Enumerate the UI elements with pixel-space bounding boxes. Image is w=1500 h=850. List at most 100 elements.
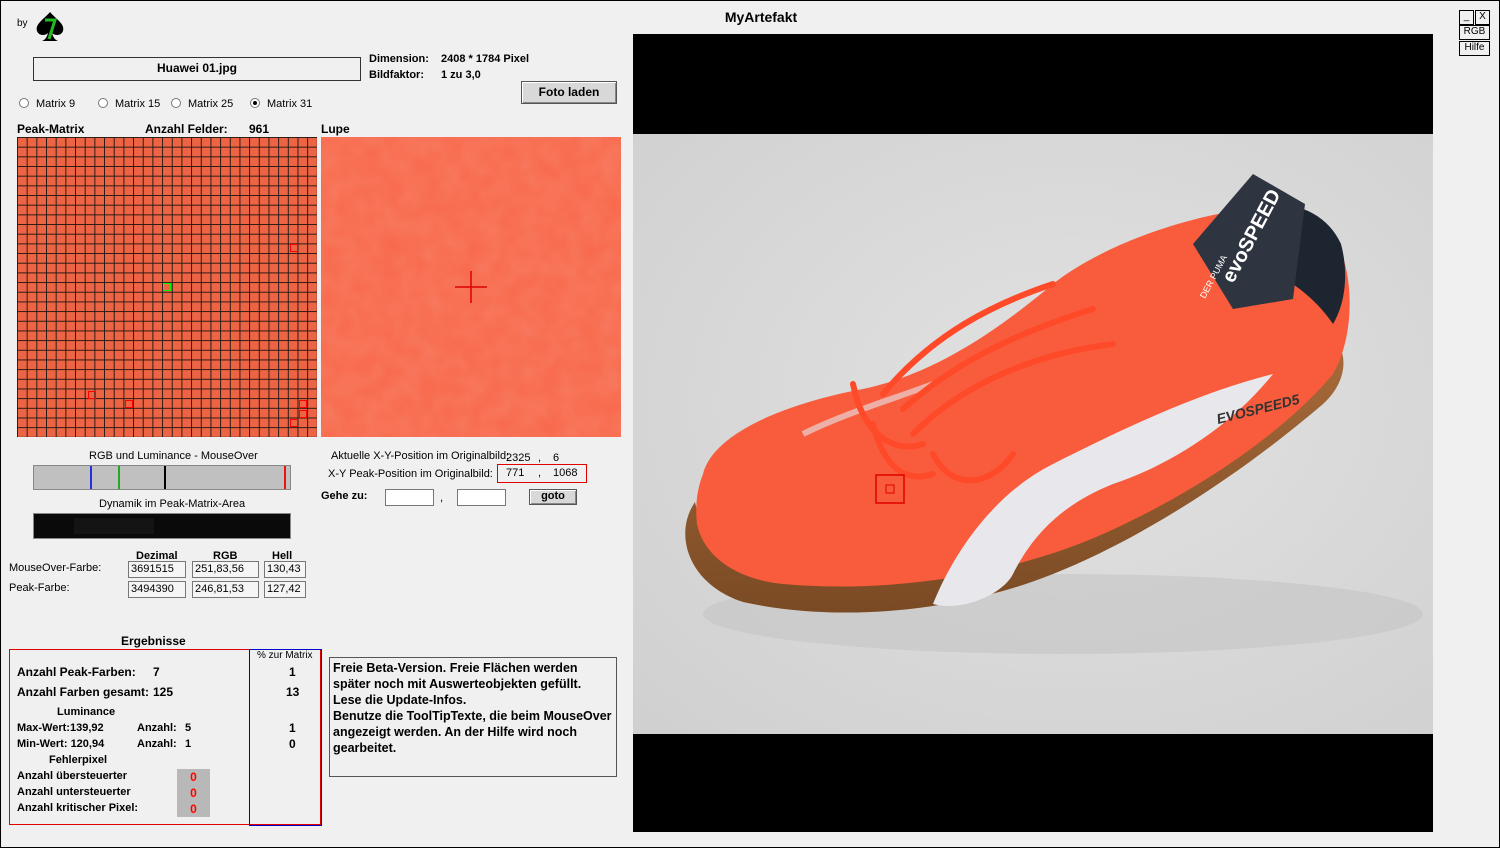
app-title: MyArtefakt [724, 9, 798, 25]
min-pct: 0 [289, 737, 296, 751]
peak-marker [299, 400, 307, 408]
minimize-button[interactable]: _ [1459, 10, 1474, 25]
radio-dot [98, 98, 108, 108]
percent-panel [249, 649, 322, 826]
max-count-label: Anzahl: [137, 722, 177, 734]
goto-x-input[interactable] [385, 489, 434, 506]
max-count-value: 5 [185, 722, 192, 734]
mouseover-bright-field: 130,43 [264, 561, 306, 578]
total-colors-pct: 13 [286, 685, 300, 699]
radio-matrix-31[interactable]: Matrix 31 [250, 98, 312, 110]
radio-label: Matrix 25 [188, 98, 234, 110]
filename-field: Huawei 01.jpg [33, 57, 361, 81]
error-pixel-title: Fehlerpixel [49, 754, 108, 766]
peak-matrix-grid[interactable] [17, 137, 317, 437]
magnifier-view[interactable] [321, 137, 621, 437]
help-button[interactable]: Hilfe [1459, 41, 1490, 56]
red-level-marker [284, 466, 286, 489]
rgb-button[interactable]: RGB [1459, 25, 1490, 40]
rgb-luminance-label: RGB und Luminance - MouseOver [89, 450, 258, 462]
peak-decimal-field: 3494390 [128, 581, 186, 598]
lupe-title: Lupe [321, 122, 350, 136]
peak-y-value: 1068 [553, 467, 578, 479]
photo-viewer[interactable]: evoSPEED DER PUMA EVOSPEED5 [633, 34, 1433, 832]
peak-position-box: 771 , 1068 [497, 464, 587, 483]
by-label: by [17, 18, 28, 29]
photo-image: evoSPEED DER PUMA EVOSPEED5 [633, 134, 1433, 734]
min-count-value: 1 [185, 738, 192, 750]
peak-marker [88, 391, 96, 399]
peak-rgb-field: 246,81,53 [192, 581, 259, 598]
dynamik-range [74, 518, 154, 534]
goto-separator: , [440, 492, 444, 504]
goto-label: Gehe zu: [321, 490, 368, 502]
overexposed-value: 0 [177, 769, 210, 785]
shoe-image: evoSPEED DER PUMA EVOSPEED5 [633, 134, 1433, 734]
peak-separator: , [538, 467, 542, 479]
radio-dot [171, 98, 181, 108]
radio-matrix-9[interactable]: Matrix 9 [19, 98, 75, 110]
critical-pixel-value: 0 [177, 801, 210, 817]
peak-x-value: 771 [506, 467, 525, 479]
radio-dot [19, 98, 29, 108]
fields-count-value: 961 [249, 122, 270, 136]
radio-label: Matrix 31 [267, 98, 313, 110]
bildfaktor-label: Bildfaktor: [369, 69, 424, 81]
peak-color-label: Peak-Farbe: [9, 582, 70, 594]
underexposed-value: 0 [177, 785, 210, 801]
critical-pixel-label: Anzahl kritischer Pixel: [17, 802, 139, 814]
total-colors-label: Anzahl Farben gesamt: [17, 685, 150, 699]
fields-count-label: Anzahl Felder: [145, 122, 228, 136]
magnifier-texture [321, 137, 621, 437]
peak-bright-field: 127,42 [264, 581, 306, 598]
peak-position-label: X-Y Peak-Position im Originalbild: [328, 468, 493, 480]
current-y-value: 6 [553, 452, 560, 464]
min-value-label: Min-Wert: 120,94 [17, 738, 105, 750]
min-count-label: Anzahl: [137, 738, 177, 750]
percent-header: % zur Matrix [257, 650, 313, 661]
dimension-label: Dimension: [369, 53, 429, 65]
underexposed-label: Anzahl untersteuerter [17, 786, 131, 798]
radio-matrix-25[interactable]: Matrix 25 [171, 98, 233, 110]
current-position-label: Aktuelle X-Y-Position im Originalbild: [331, 450, 510, 462]
total-colors-value: 125 [153, 685, 174, 699]
peak-marker [290, 244, 298, 252]
blue-level-marker [90, 466, 92, 489]
spade-logo-icon [36, 12, 64, 41]
goto-y-input[interactable] [457, 489, 506, 506]
peak-matrix-title: Peak-Matrix [17, 122, 85, 136]
radio-dot-selected [250, 98, 260, 108]
overexposed-label: Anzahl übersteuerter [17, 770, 128, 782]
current-position-marker [163, 283, 171, 291]
bildfaktor-value: 1 zu 3,0 [441, 69, 481, 81]
dynamik-bar [33, 513, 291, 539]
mouseover-decimal-field: 3691515 [128, 561, 186, 578]
peak-colors-label: Anzahl Peak-Farben: [17, 665, 136, 679]
close-button[interactable]: X [1475, 10, 1490, 25]
luminance-level-marker [164, 466, 166, 489]
peak-marker [299, 410, 307, 418]
app-window: by MyArtefakt _ X RGB Hilfe Huawei 01.jp… [0, 0, 1500, 848]
dynamik-label: Dynamik im Peak-Matrix-Area [99, 498, 246, 510]
dimension-value: 2408 * 1784 Pixel [441, 53, 530, 65]
current-separator: , [538, 452, 542, 464]
radio-label: Matrix 9 [36, 98, 76, 110]
radio-matrix-15[interactable]: Matrix 15 [98, 98, 160, 110]
peak-colors-value: 7 [153, 665, 160, 679]
peak-colors-pct: 1 [289, 665, 296, 679]
radio-label: Matrix 15 [115, 98, 161, 110]
current-x-value: 2325 [506, 452, 531, 464]
goto-button[interactable]: goto [529, 489, 577, 505]
load-photo-button[interactable]: Foto laden [521, 81, 617, 104]
info-textbox[interactable]: Freie Beta-Version. Freie Flächen werden… [329, 657, 617, 777]
rgb-luminance-bar [33, 465, 291, 490]
peak-marker [125, 400, 133, 408]
max-value-label: Max-Wert:139,92 [17, 722, 104, 734]
green-level-marker [118, 466, 120, 489]
luminance-title: Luminance [57, 706, 116, 718]
results-title: Ergebnisse [121, 634, 186, 648]
mouseover-rgb-field: 251,83,56 [192, 561, 259, 578]
mouseover-color-label: MouseOver-Farbe: [9, 562, 102, 574]
max-pct: 1 [289, 721, 296, 735]
peak-marker [290, 419, 298, 427]
